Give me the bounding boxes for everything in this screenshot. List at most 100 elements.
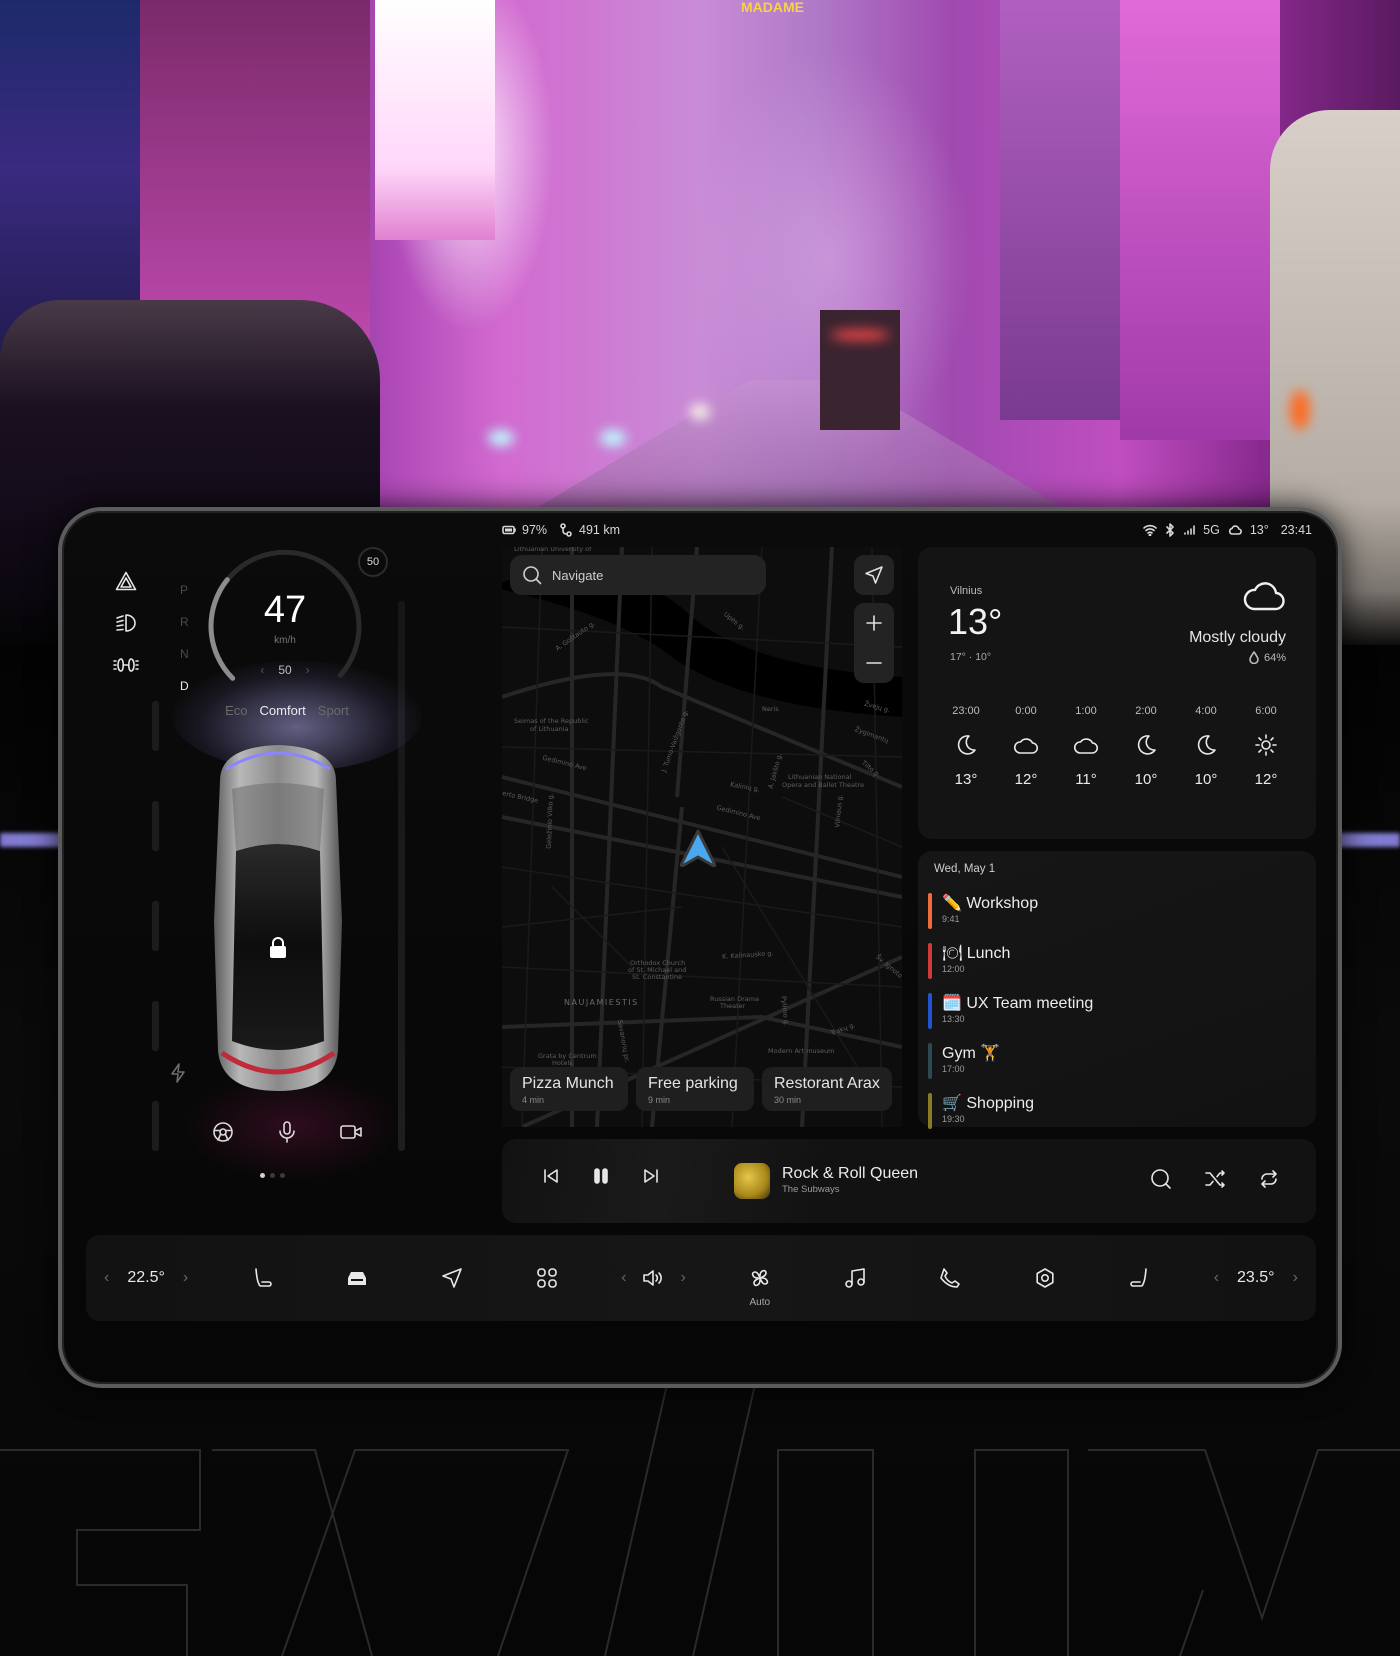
zoom-out-button[interactable]	[866, 655, 882, 671]
now-playing: Rock & Roll Queen The Subways	[782, 1165, 918, 1195]
droplet-icon	[1249, 651, 1259, 664]
weather-condition: Mostly cloudy	[1189, 629, 1286, 646]
page-dot-3[interactable]	[280, 1173, 285, 1178]
calendar-event[interactable]: Gym 🏋️ 17:00	[926, 1039, 1296, 1089]
event-title: 🛒 Shopping	[942, 1095, 1034, 1112]
event-title: ✏️ Workshop	[942, 895, 1039, 912]
cruise-increase-button[interactable]: ›	[306, 663, 310, 677]
next-track-button[interactable]	[642, 1167, 660, 1185]
lane-marker	[152, 701, 159, 751]
hour-time: 4:00	[1195, 705, 1217, 717]
navigate-input[interactable]	[552, 567, 742, 583]
volume-control: ‹ ›	[621, 1268, 686, 1288]
page-indicator[interactable]	[260, 1173, 285, 1178]
gear-selector[interactable]: P R N D	[180, 583, 189, 693]
event-title: 🗓️ UX Team meeting	[942, 995, 1094, 1012]
gear-n[interactable]: N	[180, 647, 189, 661]
microphone-icon[interactable]	[278, 1121, 296, 1143]
event-color-bar	[928, 893, 932, 929]
navigate-search[interactable]	[510, 555, 766, 595]
wifi-icon	[1143, 524, 1157, 536]
climate-fan-button[interactable]: Auto	[739, 1267, 781, 1308]
music-search-button[interactable]	[1150, 1168, 1172, 1190]
event-time: 9:41	[942, 914, 960, 924]
parking-lights-icon[interactable]	[106, 655, 146, 675]
speed-value: 47	[263, 589, 307, 631]
volume-icon[interactable]	[642, 1268, 664, 1288]
headlights-icon[interactable]	[106, 613, 146, 633]
calendar-event[interactable]: 🍽 Lunch 12:00	[926, 939, 1296, 989]
weather-widget[interactable]: Vilnius 13° 17° · 10° Mostly cloudy 64% …	[918, 547, 1316, 839]
sun-icon	[1238, 733, 1294, 757]
map-label: St. Constantine	[632, 973, 682, 981]
zoom-in-button[interactable]	[866, 615, 882, 631]
mode-sport[interactable]: Sport	[318, 703, 349, 718]
camera-icon[interactable]	[340, 1121, 362, 1143]
network-type: 5G	[1203, 523, 1220, 537]
phone-button[interactable]	[929, 1267, 971, 1289]
cruise-limit: 50	[278, 663, 292, 677]
driver-temp-decrease[interactable]: ‹	[104, 1269, 109, 1287]
event-color-bar	[928, 993, 932, 1029]
map-label: Theater	[720, 1002, 746, 1010]
music-button[interactable]	[834, 1267, 876, 1289]
calendar-event[interactable]: 🛒 Shopping 19:30	[926, 1089, 1296, 1139]
charging-icon	[170, 1063, 186, 1083]
hourly-item: 0:00 12°	[998, 705, 1054, 788]
driver-seat-button[interactable]	[241, 1267, 283, 1289]
mode-comfort[interactable]: Comfort	[260, 703, 306, 718]
passenger-temperature-control: ‹ 23.5° ›	[1214, 1269, 1298, 1287]
humidity-value: 64%	[1263, 651, 1286, 664]
passenger-temperature: 23.5°	[1237, 1269, 1275, 1286]
previous-track-button[interactable]	[542, 1167, 560, 1185]
car-top-view	[214, 745, 342, 1091]
map-label: Lithuanian National	[788, 773, 852, 781]
gear-p[interactable]: P	[180, 583, 189, 597]
quick-controls	[106, 571, 146, 675]
poi-card[interactable]: Restorant Arax 30 min	[762, 1067, 892, 1111]
event-time: 17:00	[942, 1064, 965, 1074]
poi-card[interactable]: Pizza Munch 4 min	[510, 1067, 628, 1111]
lit-billboard	[375, 0, 495, 240]
poi-card[interactable]: Free parking 9 min	[636, 1067, 754, 1111]
poi-eta: 9 min	[648, 1095, 671, 1105]
car-button[interactable]	[336, 1268, 378, 1288]
volume-increase[interactable]: ›	[680, 1269, 685, 1287]
steering-wheel-icon[interactable]	[212, 1121, 234, 1143]
fan-mode-label: Auto	[749, 1297, 771, 1308]
passenger-seat-button[interactable]	[1119, 1267, 1161, 1289]
cruise-decrease-button[interactable]: ‹	[260, 663, 264, 677]
pause-button[interactable]	[592, 1167, 610, 1185]
mode-eco[interactable]: Eco	[225, 703, 247, 718]
page-dot-1[interactable]	[260, 1173, 265, 1178]
settings-button[interactable]	[1024, 1267, 1066, 1289]
calendar-widget[interactable]: Wed, May 1 ✏️ Workshop 9:41 🍽 Lunch 12:00 🗓️…	[918, 851, 1316, 1129]
driver-temperature-control: ‹ 22.5° ›	[104, 1269, 188, 1287]
volume-decrease[interactable]: ‹	[621, 1269, 626, 1287]
navigation-button[interactable]	[431, 1267, 473, 1289]
event-title: Gym 🏋️	[942, 1045, 1001, 1062]
shuffle-button[interactable]	[1204, 1168, 1226, 1190]
hazard-icon[interactable]	[106, 571, 146, 591]
passenger-temp-decrease[interactable]: ‹	[1214, 1269, 1219, 1287]
hour-temp: 12°	[1014, 771, 1038, 788]
calendar-event[interactable]: 🗓️ UX Team meeting 13:30	[926, 989, 1296, 1039]
hourly-item: 23:00 13°	[938, 705, 994, 788]
gear-r[interactable]: R	[180, 615, 189, 629]
passenger-temp-increase[interactable]: ›	[1293, 1269, 1298, 1287]
bluetooth-icon	[1165, 523, 1175, 537]
poi-eta: 30 min	[774, 1095, 802, 1105]
calendar-event[interactable]: ✏️ Workshop 9:41	[926, 889, 1296, 939]
recenter-button[interactable]	[854, 555, 894, 595]
map-label: Hotels	[552, 1059, 573, 1067]
map-view[interactable]: Lithuanian University of Seimas of the R…	[502, 547, 902, 1127]
page-dot-2[interactable]	[270, 1173, 275, 1178]
track-title: Rock & Roll Queen	[782, 1165, 919, 1182]
wordmark-outline	[0, 1380, 1400, 1656]
hour-time: 1:00	[1075, 705, 1097, 717]
search-icon	[522, 565, 542, 585]
driver-temp-increase[interactable]: ›	[183, 1269, 188, 1287]
wordmark-letter-e	[0, 1449, 201, 1656]
repeat-button[interactable]	[1258, 1168, 1280, 1190]
apps-button[interactable]	[526, 1267, 568, 1289]
